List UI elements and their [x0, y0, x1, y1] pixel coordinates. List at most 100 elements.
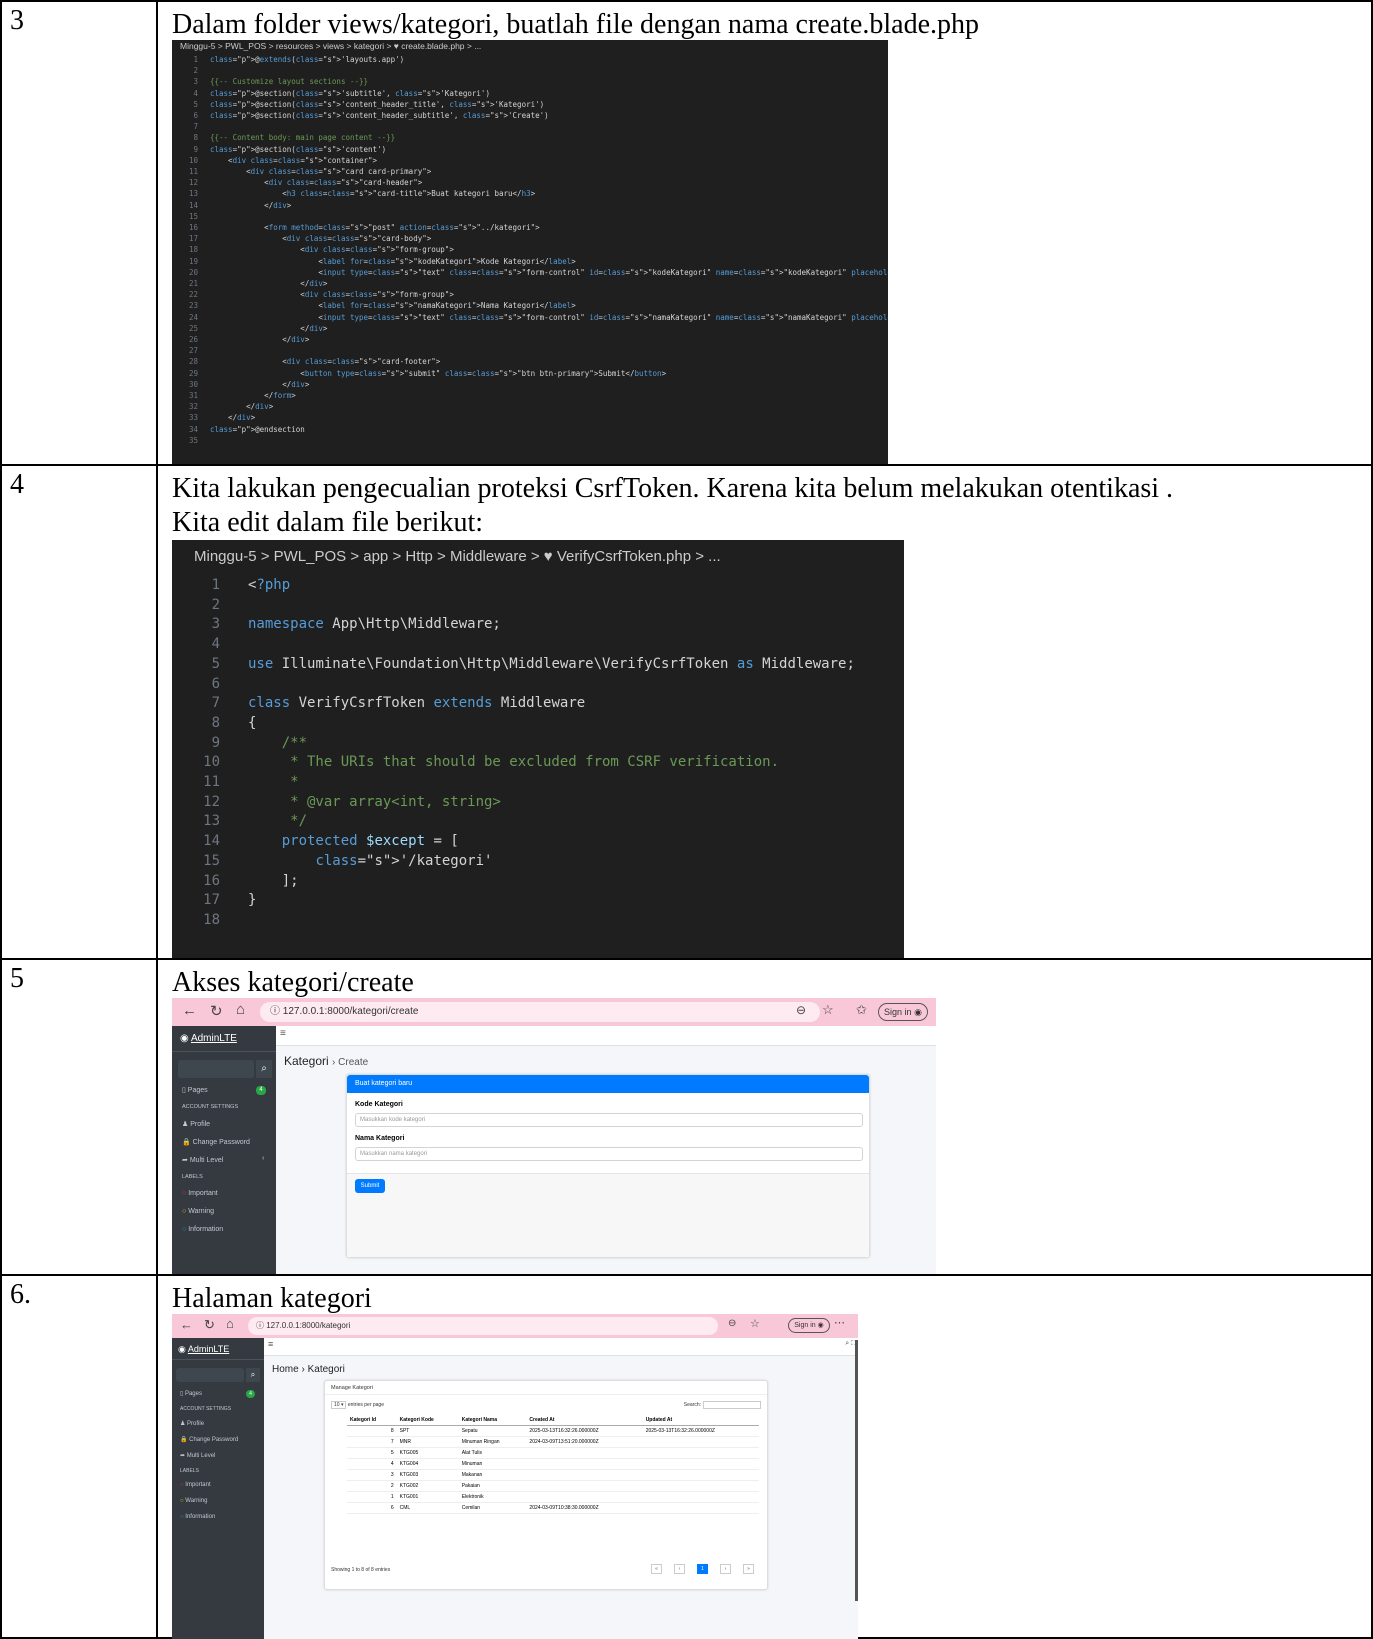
menu-toggle-icon[interactable]: ≡	[268, 1339, 273, 1349]
column-header[interactable]: Kategori Nama	[458, 1415, 527, 1426]
line-number: 4	[211, 636, 220, 653]
sidebar-item-pages[interactable]: ▯ Pages	[180, 1390, 202, 1397]
search-icon[interactable]: ⌕	[256, 1060, 272, 1078]
brand-link[interactable]: ◉ AdminLTE	[172, 1026, 276, 1052]
table-cell	[526, 1447, 643, 1459]
sidebar-item-profile[interactable]: ♟ Profile	[182, 1120, 210, 1128]
card-title: Buat kategori baru	[347, 1075, 869, 1093]
table-cell: CML	[396, 1502, 459, 1514]
brand-link[interactable]: ◉ AdminLTE	[172, 1338, 264, 1360]
page-button[interactable]: 1	[697, 1564, 708, 1574]
search-icon[interactable]: ⌕	[246, 1368, 260, 1382]
table-cell: MNR	[396, 1436, 459, 1448]
sidebar-item-warning[interactable]: ○ Warning	[182, 1208, 214, 1215]
zoom-icon[interactable]: ⊖	[728, 1318, 736, 1329]
line-number: 7	[193, 122, 198, 132]
pages-badge: 4	[256, 1086, 266, 1095]
sidebar-item-multi-level[interactable]: ➦ Multi Level	[182, 1156, 223, 1164]
back-icon[interactable]: ←	[180, 1317, 193, 1332]
code-line: </div>	[210, 379, 310, 389]
table-cell: KTG005	[396, 1447, 459, 1459]
table-cell: KTG003	[396, 1469, 459, 1481]
table-cell	[642, 1491, 759, 1503]
table-cell: 1	[347, 1491, 397, 1503]
sidebar-item-change-password[interactable]: 🔒 Change Password	[180, 1436, 238, 1443]
star-icon[interactable]: ☆	[822, 1002, 834, 1018]
table-row: 3 Dalam folder views/kategori, buatlah f…	[2, 2, 1371, 466]
line-number: 7	[211, 695, 220, 712]
zoom-icon[interactable]: ⊖	[796, 1003, 806, 1017]
table-cell: KTG001	[396, 1491, 459, 1503]
table-cell: Makanan	[458, 1469, 527, 1481]
sidebar-item-profile[interactable]: ♟ Profile	[180, 1420, 204, 1427]
table-cell: 7	[347, 1436, 397, 1448]
content-cell: Halaman kategori ← ↻ ⌂ ⓘ 127.0.0.1:8000/…	[160, 1276, 1371, 1639]
code-line: protected $except = [	[281, 833, 459, 850]
sidebar-item-important[interactable]: ○ Important	[182, 1190, 218, 1197]
table-row: 2 KTG002 Pakaian	[347, 1480, 759, 1492]
table-search-input[interactable]	[703, 1401, 761, 1409]
home-icon[interactable]: ⌂	[236, 1001, 245, 1018]
sidebar-item-change-password[interactable]: 🔒 Change Password	[182, 1138, 250, 1146]
line-number: 1	[193, 55, 198, 64]
table-row: 5 Akses kategori/create ← ↻ ⌂ ⓘ 127.0.0.…	[2, 960, 1371, 1276]
code-line: */	[248, 813, 308, 830]
length-select[interactable]: 10 ▾	[331, 1401, 347, 1409]
code-line: <div class=class="s">"container">	[210, 155, 378, 165]
back-icon[interactable]: ←	[182, 1002, 197, 1019]
sidebar-search-input[interactable]	[178, 1060, 254, 1078]
sidebar-item-information[interactable]: ○ Information	[182, 1226, 223, 1233]
sidebar: ◉ AdminLTE ⌕ ▯ Pages 4 ACCOUNT SETTINGS …	[172, 1338, 264, 1639]
line-number: 18	[203, 911, 220, 928]
column-header[interactable]: Updated At	[642, 1415, 759, 1426]
address-bar[interactable]: ⓘ 127.0.0.1:8000/kategori	[248, 1317, 718, 1335]
code-line: </div>	[210, 335, 310, 344]
sign-in-button[interactable]: Sign in ◉	[788, 1318, 830, 1333]
sign-in-label: Sign in	[884, 1007, 912, 1017]
reload-icon[interactable]: ↻	[210, 1002, 223, 1020]
page-button[interactable]: ›	[720, 1564, 731, 1574]
home-icon[interactable]: ⌂	[226, 1316, 234, 1331]
code-line: <h3 class=class="s">"card-title">Buat ka…	[210, 189, 536, 199]
line-number: 23	[188, 301, 198, 311]
reload-icon[interactable]: ↻	[204, 1317, 215, 1333]
table-row: 6 CML Cemilan 2024-03-09T10:38:30.000000Z	[347, 1502, 759, 1514]
table-cell	[642, 1502, 759, 1514]
sign-in-button[interactable]: Sign in ◉	[878, 1003, 928, 1021]
code-line: ];	[248, 872, 299, 889]
table-header-row: Kategori Id Kategori Kode Kategori Nama Cre…	[347, 1415, 759, 1426]
column-header[interactable]: Created At	[526, 1415, 643, 1426]
address-bar[interactable]: ⓘ 127.0.0.1:8000/kategori/create	[260, 1002, 820, 1022]
brand-text: AdminLTE	[190, 1033, 237, 1044]
table-cell: 6	[347, 1502, 397, 1514]
breadcrumb-home[interactable]: Home	[272, 1364, 299, 1375]
row-number: 4	[10, 469, 24, 500]
sidebar-item-information[interactable]: ○ Information	[180, 1514, 215, 1520]
code-line: class="p">@extends(class="s">'layouts.ap…	[210, 55, 405, 64]
code-line: namespace App\Http\Middleware;	[248, 616, 501, 633]
sidebar-search-input[interactable]	[176, 1368, 244, 1382]
sidebar-item-important[interactable]: ○ Important	[180, 1482, 211, 1488]
page-button[interactable]: «	[651, 1564, 662, 1574]
star-icon[interactable]: ☆	[750, 1317, 760, 1330]
sidebar-item-pages[interactable]: ▯ Pages	[182, 1086, 208, 1094]
step-text: Kita lakukan pengecualian proteksi CsrfT…	[172, 473, 1174, 504]
nama-kategori-input[interactable]: Masukkan nama kategori	[355, 1147, 863, 1161]
kode-kategori-input[interactable]: Masukkan kode kategori	[355, 1113, 863, 1127]
sidebar-item-warning[interactable]: ○ Warning	[180, 1498, 207, 1504]
sidebar-item-multi-level[interactable]: ➦ Multi Level	[180, 1452, 215, 1459]
column-header[interactable]: Kategori Id	[347, 1415, 397, 1426]
menu-toggle-icon[interactable]: ≡	[280, 1028, 286, 1039]
table-cell: 2024-03-09T13:51:20.000000Z	[526, 1436, 643, 1448]
line-number: 34	[188, 424, 198, 434]
more-icon[interactable]: ⋯	[834, 1316, 845, 1329]
page-button[interactable]: »	[743, 1564, 754, 1574]
scrollbar[interactable]	[855, 1340, 858, 1601]
submit-button[interactable]: Submit	[355, 1179, 385, 1193]
line-number: 2	[211, 596, 220, 613]
line-number: 25	[188, 323, 198, 333]
column-header[interactable]: Kategori Kode	[396, 1415, 459, 1426]
blade-code-screenshot: Minggu-5 > PWL_POS > resources > views >…	[172, 40, 888, 464]
favorites-icon[interactable]: ✩	[856, 1002, 867, 1018]
page-button[interactable]: ‹	[674, 1564, 685, 1574]
